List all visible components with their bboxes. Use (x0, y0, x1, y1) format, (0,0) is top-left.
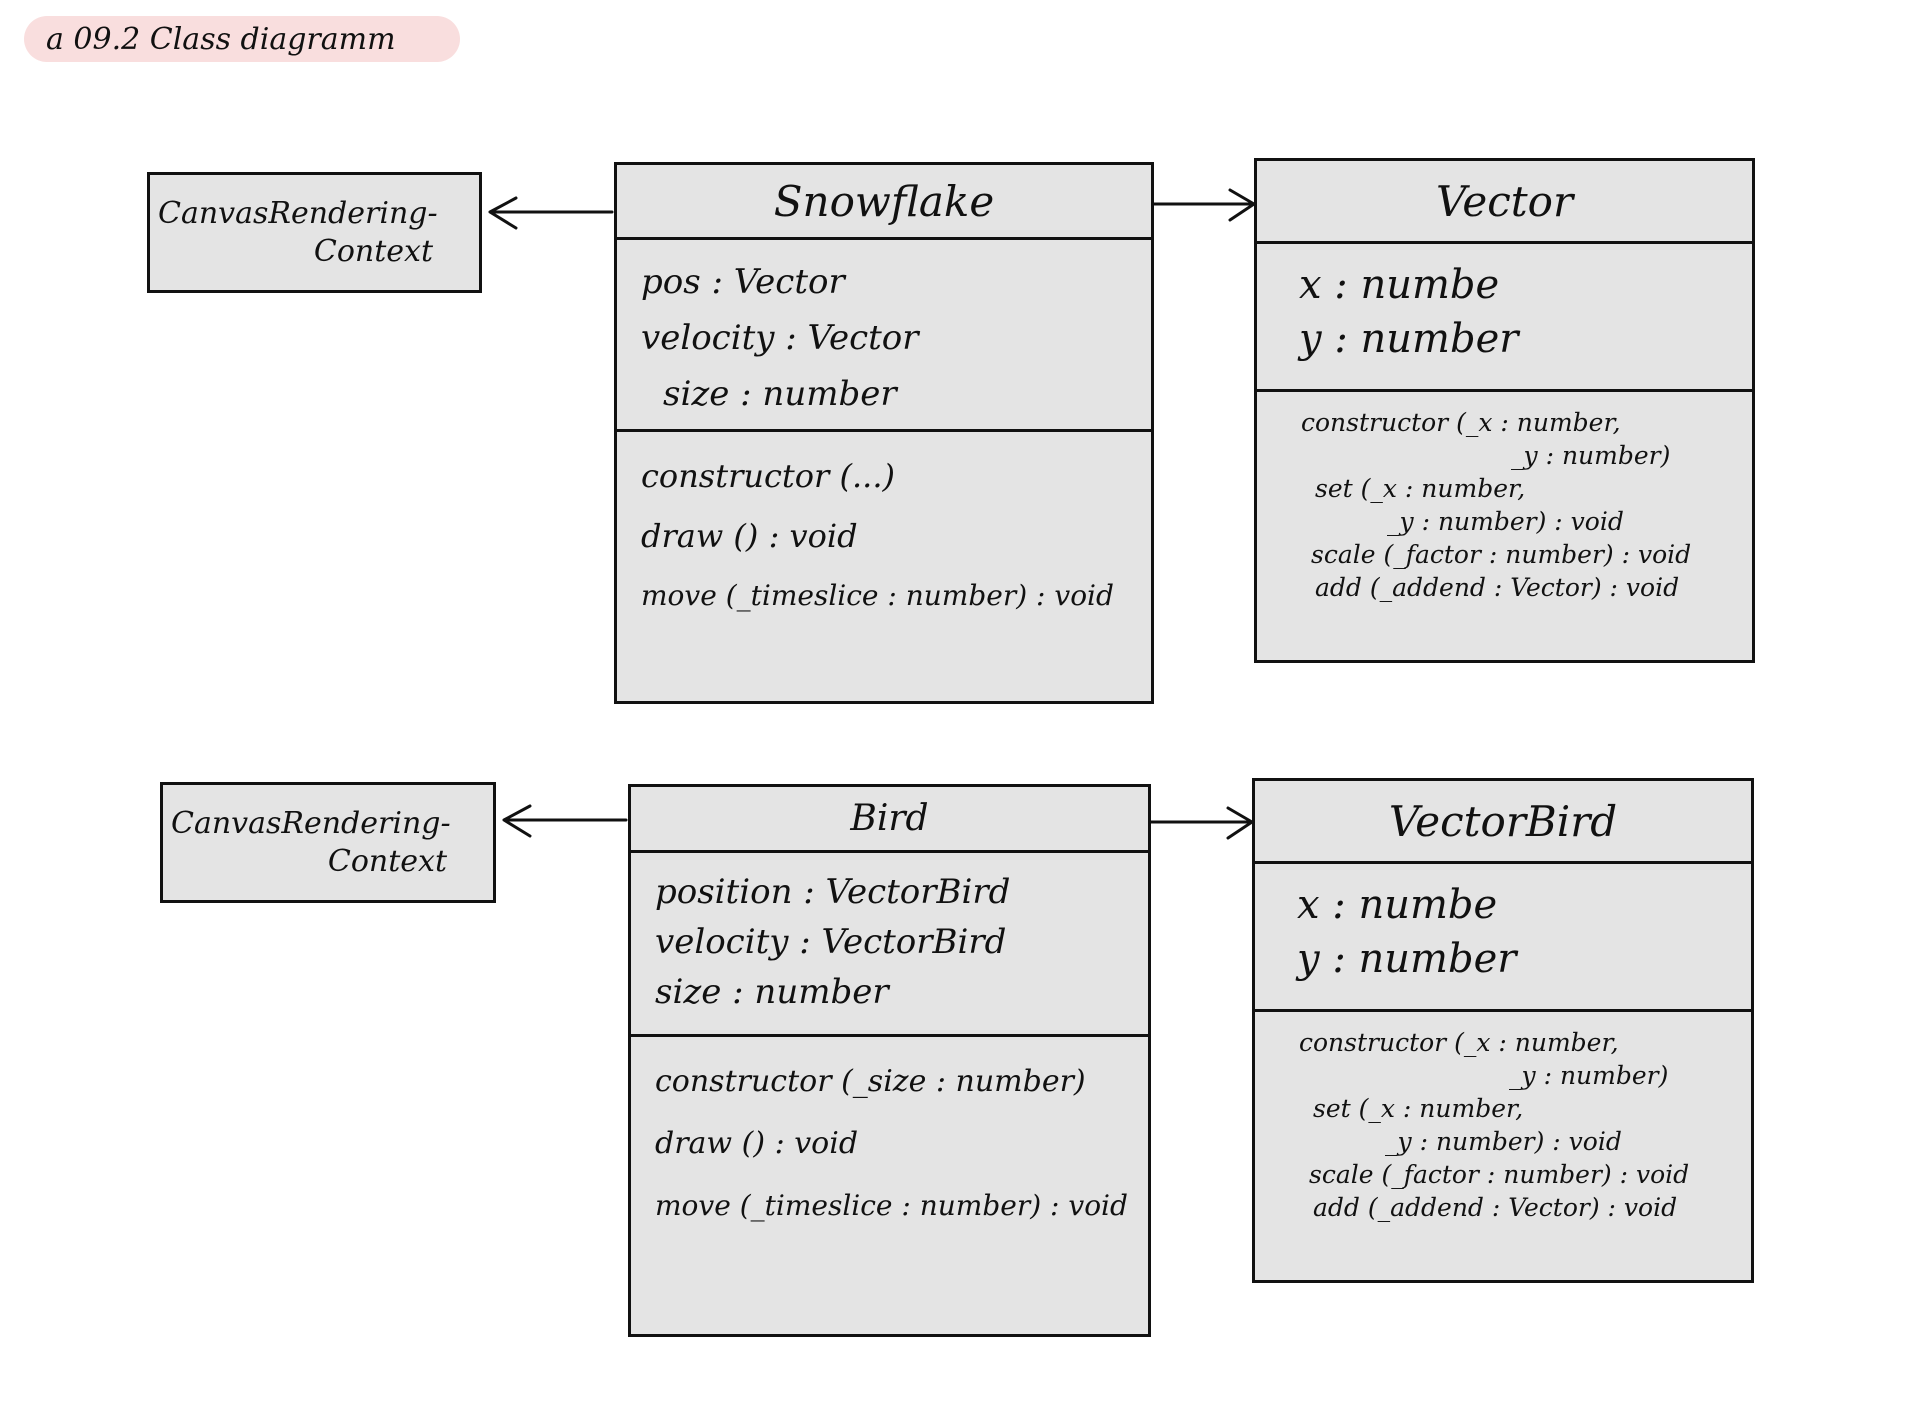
attribute-row: y : number (1299, 316, 1519, 362)
context-label-line2: Context (313, 233, 433, 269)
class-context-1: CanvasRendering- Context (147, 172, 482, 293)
method-row: move (_timeslice : number) : void (655, 1189, 1128, 1222)
attribute-row: x : numbe (1297, 882, 1498, 928)
class-context-2: CanvasRendering- Context (160, 782, 496, 903)
method-row: scale (_factor : number) : void (1311, 540, 1692, 569)
attribute-row: velocity : VectorBird (655, 922, 1007, 962)
class-attributes: position : VectorBird velocity : VectorB… (631, 850, 1148, 1034)
attribute-row: size : number (663, 374, 897, 414)
attribute-row: pos : Vector (641, 262, 845, 302)
method-row: _y : number) : void (1387, 507, 1624, 536)
method-row: scale (_factor : number) : void (1309, 1160, 1690, 1189)
context-label-line2: Context (327, 843, 447, 879)
method-row: constructor (_size : number) (655, 1064, 1086, 1099)
class-methods: constructor (_size : number) draw () : v… (631, 1034, 1148, 1334)
class-attributes: pos : Vector velocity : Vector size : nu… (617, 237, 1151, 429)
attribute-row: size : number (655, 972, 889, 1012)
method-row: constructor (...) (641, 457, 895, 495)
attribute-row: velocity : Vector (641, 318, 919, 358)
method-row: move (_timeslice : number) : void (641, 579, 1114, 612)
method-row: _y : number) (1509, 1061, 1669, 1090)
class-name: VectorBird (1388, 796, 1618, 846)
method-row: draw () : void (641, 517, 858, 555)
class-name: Bird (850, 798, 929, 839)
context-label-line1: CanvasRendering- (158, 196, 438, 231)
method-row: constructor (_x : number, (1301, 408, 1621, 437)
class-name: Vector (1435, 176, 1574, 226)
class-bird: Bird position : VectorBird velocity : Ve… (628, 784, 1151, 1337)
arrow-bird-to-vectorbird (1145, 806, 1254, 840)
attribute-row: y : number (1297, 936, 1517, 982)
class-methods: constructor (_x : number, _y : number) s… (1255, 1009, 1751, 1280)
method-row: _y : number) (1511, 441, 1671, 470)
attribute-row: position : VectorBird (655, 872, 1011, 912)
class-attributes: x : numbe y : number (1255, 861, 1751, 1009)
arrow-bird-to-context (502, 804, 628, 838)
class-vector: Vector x : numbe y : number constructor … (1254, 158, 1755, 663)
method-row: _y : number) : void (1385, 1127, 1622, 1156)
class-methods: constructor (_x : number, _y : number) s… (1257, 389, 1752, 660)
method-row: add (_addend : Vector) : void (1313, 1193, 1678, 1222)
class-snowflake: Snowflake pos : Vector velocity : Vector… (614, 162, 1154, 704)
arrow-snowflake-to-vector (1148, 188, 1256, 222)
method-row: set (_x : number, (1315, 474, 1526, 503)
context-label-line1: CanvasRendering- (171, 806, 451, 841)
method-row: set (_x : number, (1313, 1094, 1524, 1123)
method-row: add (_addend : Vector) : void (1315, 573, 1680, 602)
method-row: draw () : void (655, 1126, 859, 1161)
arrow-snowflake-to-context (488, 196, 614, 230)
attribute-row: x : numbe (1299, 262, 1500, 308)
class-name: Snowflake (773, 176, 995, 226)
method-row: constructor (_x : number, (1299, 1028, 1619, 1057)
class-vectorbird: VectorBird x : numbe y : number construc… (1252, 778, 1754, 1283)
class-methods: constructor (...) draw () : void move (_… (617, 429, 1151, 701)
class-attributes: x : numbe y : number (1257, 241, 1752, 389)
